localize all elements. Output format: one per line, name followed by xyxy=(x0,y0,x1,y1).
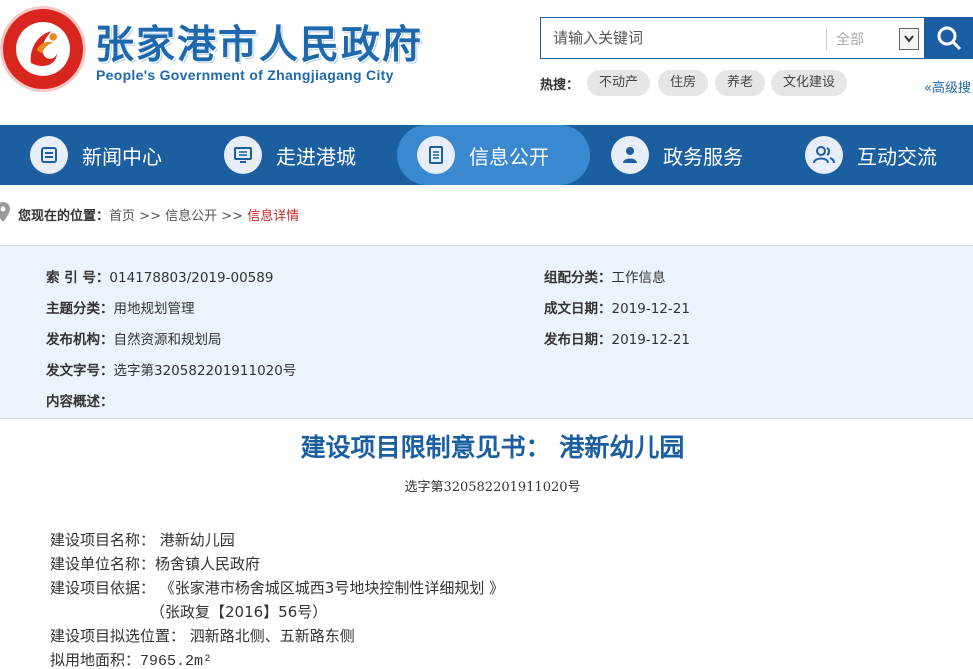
body-area-label: 拟用地面积： xyxy=(50,651,141,669)
site-header: 张家港市人民政府 People's Government of Zhangjia… xyxy=(0,0,973,125)
meta-index-number: 索 引 号：014178803/2019-00589 xyxy=(46,270,274,286)
body-basis-reference: （张政复【2016】56号） xyxy=(150,603,328,621)
nav-label: 政务服务 xyxy=(663,144,743,169)
breadcrumb-separator: >> xyxy=(139,209,161,224)
news-icon xyxy=(30,136,68,174)
breadcrumb-trail: 您现在的位置：首页 >> 信息公开 >> 信息详情 xyxy=(18,205,299,224)
emblem-icon xyxy=(5,11,81,87)
city-emblem-logo[interactable] xyxy=(0,6,86,92)
monitor-icon xyxy=(224,136,262,174)
nav-label: 走进港城 xyxy=(276,144,356,169)
hot-tag-elderly-care[interactable]: 养老 xyxy=(715,70,766,96)
nav-item-news[interactable]: 新闻中心 xyxy=(30,125,162,185)
body-project-name: 建设项目名称： 港新幼儿园 xyxy=(50,531,235,549)
hot-tag-housing[interactable]: 住房 xyxy=(658,70,709,96)
body-area-value: 7965.2m² xyxy=(140,653,213,669)
nav-item-info-disclosure[interactable]: 信息公开 xyxy=(397,125,590,185)
search-scope-select[interactable]: 全部 xyxy=(836,29,864,49)
meta-doc-number: 发文字号：选字第320582201911020号 xyxy=(46,363,297,379)
body-location: 建设项目拟选位置： 泗新路北侧、五新路东侧 xyxy=(50,627,355,645)
body-area: 拟用地面积：7965.2m² xyxy=(50,649,212,669)
meta-summary: 内容概述： xyxy=(46,394,114,410)
document-metadata-panel: 索 引 号：014178803/2019-00589 组配分类：工作信息 主题分… xyxy=(0,245,973,419)
breadcrumb: 您现在的位置：首页 >> 信息公开 >> 信息详情 xyxy=(0,185,973,245)
hot-tag-real-estate[interactable]: 不动产 xyxy=(587,70,651,96)
search-icon xyxy=(937,26,962,51)
user-service-icon xyxy=(611,136,649,174)
search-box: 全部 xyxy=(540,17,925,59)
search-button[interactable] xyxy=(925,17,973,59)
nav-label: 信息公开 xyxy=(469,144,549,169)
article-title: 建设项目限制意见书： 港新幼儿园 xyxy=(300,433,685,462)
body-basis: 建设项目依据： 《张家港市杨舍城区城西3号地块控制性详细规划 》 xyxy=(50,579,505,597)
search-divider xyxy=(826,28,827,50)
meta-publisher: 发布机构：自然资源和规划局 xyxy=(46,332,222,348)
nav-item-city[interactable]: 走进港城 xyxy=(224,125,356,185)
search-input[interactable] xyxy=(541,18,826,58)
location-pin-icon xyxy=(0,202,10,222)
breadcrumb-separator: >> xyxy=(221,209,244,224)
people-icon xyxy=(805,136,843,174)
breadcrumb-info-disclosure[interactable]: 信息公开 xyxy=(165,209,217,224)
meta-created-date: 成文日期：2019-12-21 xyxy=(544,301,690,317)
nav-label: 新闻中心 xyxy=(82,144,162,169)
article-doc-number: 选字第320582201911020号 xyxy=(404,480,581,495)
site-subtitle: People's Government of Zhangjiagang City xyxy=(96,67,394,83)
nav-label: 互动交流 xyxy=(857,144,937,169)
hot-search-label: 热搜： xyxy=(540,78,580,93)
body-unit-name: 建设单位名称：杨舍镇人民政府 xyxy=(50,555,261,573)
meta-topic-category: 主题分类：用地规划管理 xyxy=(46,301,195,317)
document-icon xyxy=(417,136,455,174)
chevron-down-icon[interactable] xyxy=(899,28,919,50)
breadcrumb-current: 信息详情 xyxy=(247,209,300,224)
nav-item-interaction[interactable]: 互动交流 xyxy=(805,125,937,185)
meta-publish-date: 发布日期：2019-12-21 xyxy=(544,332,690,348)
nav-item-gov-service[interactable]: 政务服务 xyxy=(611,125,743,185)
hot-tag-culture[interactable]: 文化建设 xyxy=(771,70,848,96)
site-title: 张家港市人民政府 xyxy=(95,23,424,68)
breadcrumb-label: 您现在的位置： xyxy=(18,209,110,224)
breadcrumb-home[interactable]: 首页 xyxy=(109,209,135,224)
advanced-search-link[interactable]: «高级搜 xyxy=(924,77,971,96)
main-nav: 新闻中心 走进港城 信息公开 政务服务 互动交流 xyxy=(0,125,973,185)
meta-group-category: 组配分类：工作信息 xyxy=(544,270,666,286)
